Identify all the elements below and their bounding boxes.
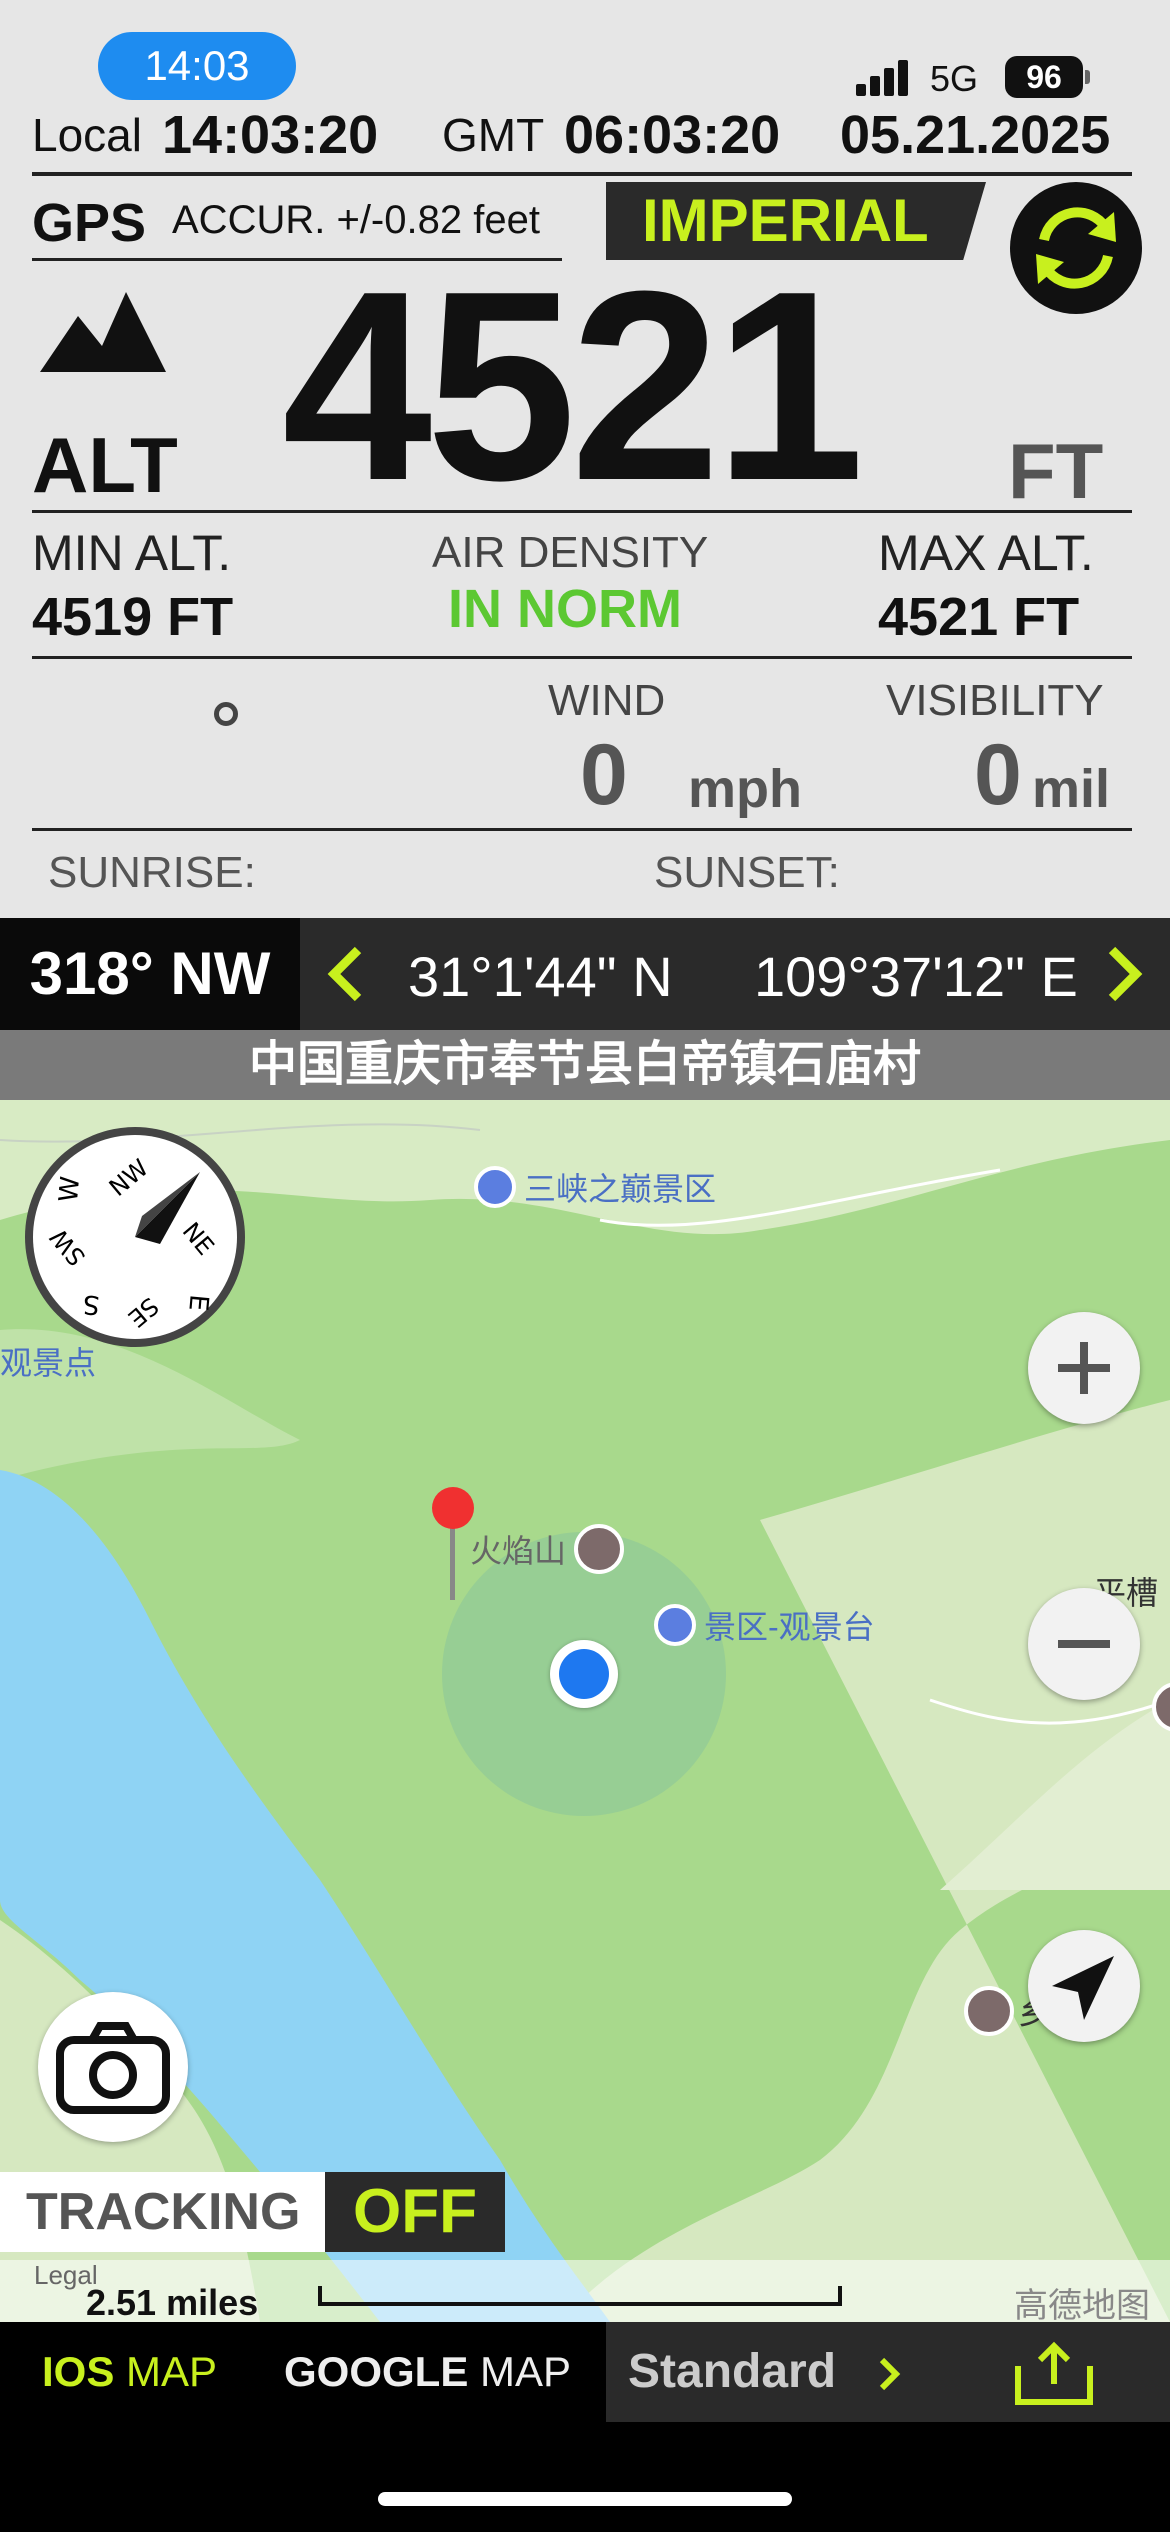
divider xyxy=(32,828,1132,831)
wind-label: WIND xyxy=(548,676,666,725)
divider xyxy=(32,172,1132,176)
zoom-in-button[interactable] xyxy=(1028,1312,1140,1424)
battery-icon: 96 xyxy=(1005,56,1083,98)
altitude-unit: FT xyxy=(1008,427,1104,515)
wind-unit: mph xyxy=(688,759,802,819)
min-alt-label: MIN ALT. xyxy=(32,525,232,581)
wind-value: 0 xyxy=(580,727,628,823)
local-label: Local xyxy=(32,109,142,161)
visibility-unit: mil xyxy=(1032,759,1111,819)
refresh-button[interactable] xyxy=(1010,182,1142,314)
longitude: 109°37'12" E xyxy=(754,945,1078,1008)
zoom-out-button[interactable] xyxy=(1028,1588,1140,1700)
location-dot xyxy=(559,1649,609,1699)
tab-ios-map[interactable]: IOS MAP xyxy=(42,2322,217,2422)
battery-tip xyxy=(1085,70,1090,84)
air-density-label: AIR DENSITY xyxy=(432,528,709,577)
gps-label: GPS xyxy=(32,193,147,253)
poi-guanjingdian[interactable]: 观景点 xyxy=(0,1338,96,1384)
mountain-icon xyxy=(574,1524,625,1574)
status-time: 14:03 xyxy=(98,32,296,100)
sunrise-label: SUNRISE: xyxy=(48,848,256,897)
camera-icon xyxy=(56,2022,170,2114)
compass-icon: NW NE SE SW W E S xyxy=(25,1127,245,1347)
locate-me-button[interactable] xyxy=(1028,1930,1140,2042)
gmt-label: GMT xyxy=(442,109,545,161)
svg-text:S: S xyxy=(82,1288,101,1319)
minus-icon xyxy=(1058,1640,1110,1648)
navigation-arrow-icon xyxy=(1052,1956,1114,2020)
visibility-value: 0 xyxy=(974,727,1022,823)
home-indicator xyxy=(378,2492,792,2506)
share-icon xyxy=(1015,2341,1093,2405)
mountain-icon xyxy=(964,1986,1014,2036)
map-attribution: 高德地图 xyxy=(1014,2287,1150,2322)
max-alt-value: 4521 FT xyxy=(878,587,1080,647)
visibility-label: VISIBILITY xyxy=(886,676,1104,725)
tab-google-map[interactable]: GOOGLE MAP xyxy=(284,2322,571,2422)
clock-row: Local 14:03:20 GMT 06:03:20 05.21.2025 xyxy=(32,105,1132,172)
degree-indicator xyxy=(214,702,238,726)
local-time: 14:03:20 xyxy=(162,105,379,165)
coordinate-bar: 318° NW 31°1'44" N 109°37'12" E xyxy=(0,918,1170,1030)
chevron-right-icon[interactable] xyxy=(1104,946,1144,1002)
poi-jingqu[interactable]: 景区-观景台 xyxy=(654,1602,875,1648)
air-density-value: IN NORM xyxy=(448,579,682,639)
heading-value: 318° NW xyxy=(0,918,300,1030)
latitude: 31°1'44" N xyxy=(408,945,673,1008)
scenic-spot-icon xyxy=(474,1166,516,1208)
status-bar: 14:03 5G 96 xyxy=(0,0,1170,110)
scenic-spot-icon xyxy=(654,1604,696,1646)
date: 05.21.2025 xyxy=(840,105,1111,165)
address-label: 中国重庆市奉节县白帝镇石庙村 xyxy=(0,1030,1170,1100)
sunset-label: SUNSET: xyxy=(654,848,840,897)
user-location-marker xyxy=(550,1640,618,1708)
map-style-selector[interactable]: Standard xyxy=(606,2322,936,2422)
poi-sanxia[interactable]: 三峡之巅景区 xyxy=(474,1164,716,1210)
tracking-toggle-button[interactable]: OFF xyxy=(325,2172,505,2252)
min-alt-value: 4519 FT xyxy=(32,587,234,647)
max-alt-label: MAX ALT. xyxy=(878,525,1094,581)
scale-label: 2.51 miles xyxy=(86,2282,259,2322)
share-button[interactable] xyxy=(936,2322,1170,2422)
divider xyxy=(32,656,1132,659)
scale-bar-area: Legal 2.51 miles 高德地图 xyxy=(0,2260,1170,2322)
divider xyxy=(32,510,1132,513)
network-type: 5G xyxy=(930,58,979,99)
altitude-label: ALT xyxy=(32,421,178,509)
refresh-icon xyxy=(1036,207,1116,289)
altitude-value: 4521 xyxy=(282,236,865,537)
chevron-right-icon xyxy=(879,2357,901,2391)
svg-text:E: E xyxy=(182,1293,213,1312)
map-view[interactable]: NW NE SE SW W E S 三峡之巅景区 观景点 火焰山 景区-观景台 … xyxy=(0,1100,1170,2322)
scale-bar xyxy=(318,2286,842,2306)
poi-huoyanshan[interactable]: 火焰山 xyxy=(470,1524,625,1574)
gmt-time: 06:03:20 xyxy=(564,105,781,165)
mountain-icon xyxy=(40,292,166,372)
svg-text:W: W xyxy=(54,1175,86,1203)
signal-icon xyxy=(856,60,916,96)
plus-icon xyxy=(1058,1342,1110,1394)
camera-button[interactable] xyxy=(38,1992,188,2142)
tracking-label: TRACKING xyxy=(0,2172,325,2252)
chevron-left-icon[interactable] xyxy=(326,946,366,1002)
